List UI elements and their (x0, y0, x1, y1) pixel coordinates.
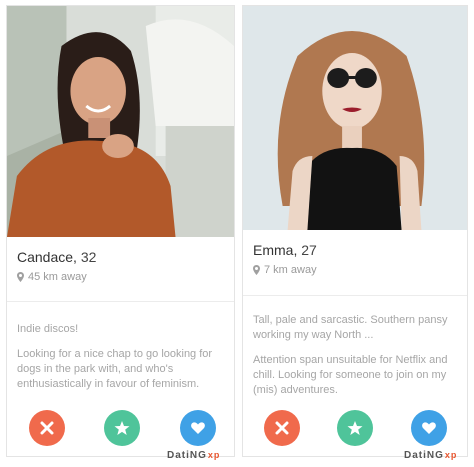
like-button[interactable] (180, 410, 216, 446)
profile-name: Candace, 32 (17, 249, 224, 265)
profile-distance: 45 km away (28, 271, 87, 283)
superlike-button[interactable] (337, 410, 373, 446)
profile-photo (7, 6, 234, 237)
bio-line: Indie discos! (17, 323, 79, 335)
action-bar (243, 410, 467, 450)
profile-card-emma[interactable]: Emma, 27 7 km away Tall, pale and sarcas… (242, 5, 468, 457)
profile-name-text: Emma, (253, 242, 298, 258)
like-button[interactable] (411, 410, 447, 446)
bio-line: Looking for a nice chap to go looking fo… (17, 348, 213, 390)
profile-card-candace[interactable]: Candace, 32 45 km away Indie discos! Loo… (6, 5, 235, 457)
star-icon (114, 421, 130, 435)
heart-icon (191, 422, 205, 434)
watermark-suffix: xp (444, 450, 458, 460)
nope-button[interactable] (264, 410, 300, 446)
nope-button[interactable] (29, 410, 65, 446)
star-icon (347, 421, 363, 435)
watermark-main: DatiNG (404, 450, 444, 461)
divider (243, 295, 467, 296)
profile-header: Candace, 32 45 km away (17, 249, 224, 283)
profile-name: Emma, 27 (253, 242, 457, 258)
divider (7, 301, 234, 302)
profile-bio: Indie discos! Looking for a nice chap to… (17, 322, 226, 402)
profile-distance: 7 km away (264, 264, 317, 276)
profile-header: Emma, 27 7 km away (253, 242, 457, 276)
close-icon (40, 421, 54, 435)
profile-location: 7 km away (253, 264, 457, 276)
location-pin-icon (17, 272, 24, 282)
bio-line: Tall, pale and sarcastic. Southern pansy… (253, 314, 448, 341)
action-bar (7, 410, 234, 450)
profile-name-text: Candace, (17, 249, 77, 265)
profile-bio: Tall, pale and sarcastic. Southern pansy… (253, 313, 459, 408)
profile-location: 45 km away (17, 271, 224, 283)
heart-icon (422, 422, 436, 434)
profile-age: 27 (301, 242, 317, 258)
location-pin-icon (253, 265, 260, 275)
superlike-button[interactable] (104, 410, 140, 446)
watermark-logo: DatiNG xp (404, 450, 457, 461)
bio-line: Attention span unsuitable for Netflix an… (253, 354, 448, 396)
watermark-logo: DatiNG xp (167, 450, 220, 461)
watermark-suffix: xp (207, 450, 221, 460)
profile-photo (243, 6, 467, 230)
close-icon (275, 421, 289, 435)
profile-age: 32 (80, 249, 97, 265)
watermark-main: DatiNG (167, 450, 207, 461)
